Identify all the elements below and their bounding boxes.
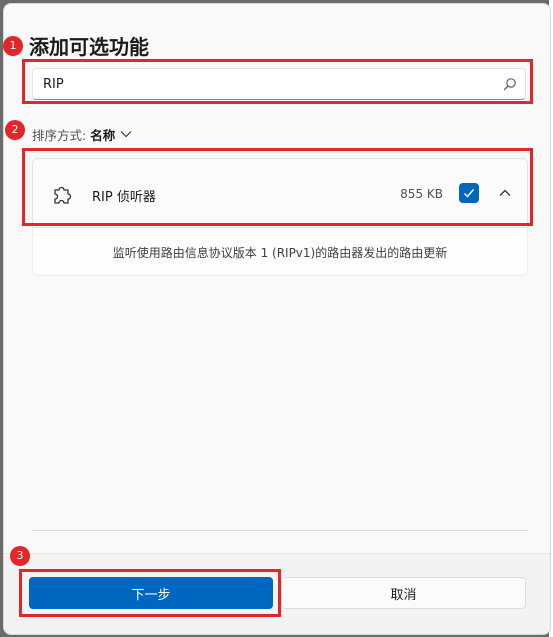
annotation-badge-1: 1	[3, 36, 23, 56]
sort-label: 排序方式:	[32, 127, 87, 143]
divider	[32, 530, 528, 531]
feature-description: 监听使用路由信息协议版本 1 (RIPv1)的路由器发出的路由更新	[112, 246, 448, 260]
annotation-box-feature	[22, 148, 533, 226]
sort-value: 名称	[90, 127, 116, 143]
cancel-button[interactable]: 取消	[281, 577, 526, 609]
chevron-down-icon	[120, 131, 132, 138]
annotation-box-next	[19, 569, 281, 617]
sort-dropdown[interactable]: 排序方式: 名称	[32, 124, 133, 144]
annotation-badge-3: 3	[10, 546, 30, 566]
annotation-box-search	[22, 59, 533, 104]
feature-description-panel: 监听使用路由信息协议版本 1 (RIPv1)的路由器发出的路由更新	[32, 228, 528, 276]
dialog-title: 添加可选功能	[29, 35, 149, 59]
annotation-badge-2: 2	[5, 120, 25, 140]
